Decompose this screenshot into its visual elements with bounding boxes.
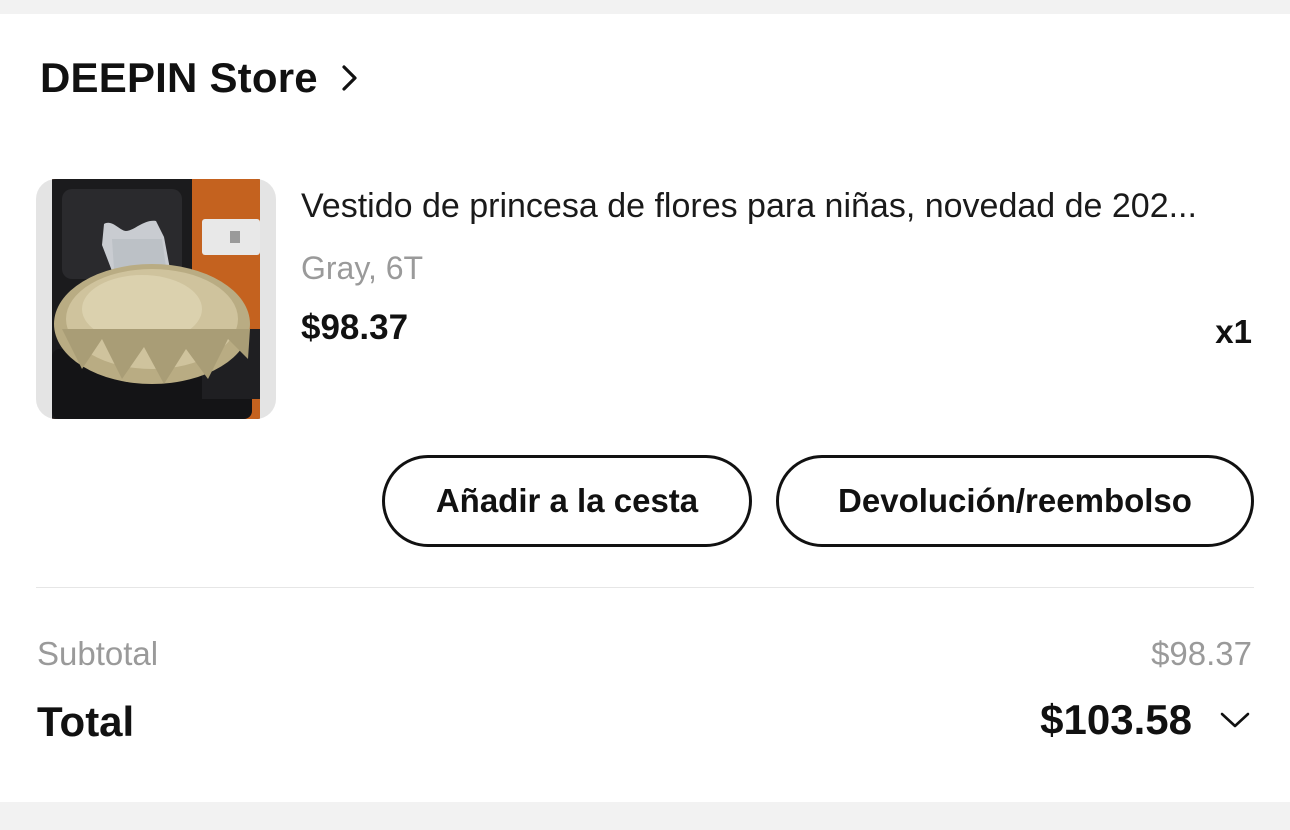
product-title[interactable]: Vestido de princesa de flores para niñas… xyxy=(301,182,1261,230)
product-thumbnail[interactable] xyxy=(36,179,276,419)
product-price: $98.37 xyxy=(301,308,409,347)
store-link[interactable]: DEEPIN Store xyxy=(40,52,360,104)
product-image xyxy=(52,179,260,419)
chevron-right-icon xyxy=(338,63,360,93)
subtotal-label: Subtotal xyxy=(37,635,159,672)
divider xyxy=(36,587,1254,588)
chevron-down-icon xyxy=(1218,710,1252,730)
product-quantity: x1 xyxy=(1215,313,1252,350)
subtotal-value: $98.37 xyxy=(1151,635,1252,672)
total-label: Total xyxy=(37,698,135,745)
product-variant: Gray, 6T xyxy=(301,250,424,286)
total-value: $103.58 xyxy=(1040,696,1192,743)
order-card: DEEPIN Store Vestido de princesa de flor… xyxy=(0,14,1290,802)
store-name: DEEPIN Store xyxy=(40,54,318,101)
total-expand-toggle[interactable]: $103.58 xyxy=(1040,694,1252,746)
return-refund-button[interactable]: Devolución/reembolso xyxy=(776,455,1254,547)
add-to-cart-button[interactable]: Añadir a la cesta xyxy=(382,455,752,547)
